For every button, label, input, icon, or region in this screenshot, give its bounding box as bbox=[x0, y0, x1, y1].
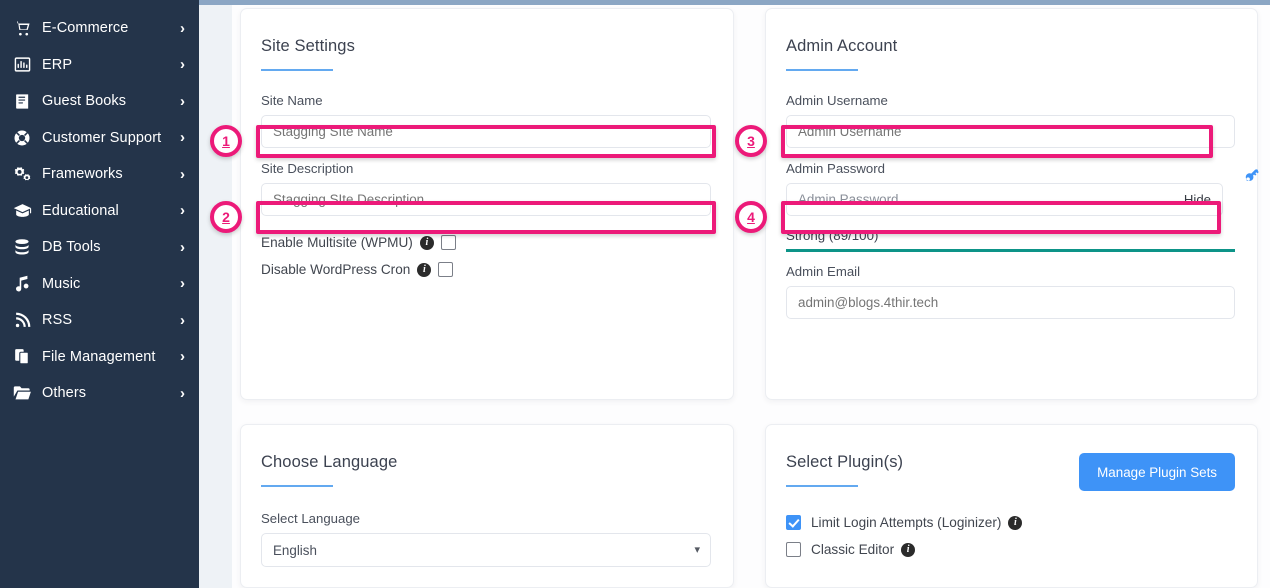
select-plugins-card: Select Plugin(s) Manage Plugin Sets Limi… bbox=[765, 424, 1258, 588]
password-toggle-button[interactable]: Hide bbox=[1184, 192, 1211, 207]
bar-chart-icon bbox=[10, 56, 34, 73]
enable-multisite-label: Enable Multisite (WPMU) bbox=[261, 235, 413, 250]
book-icon bbox=[10, 93, 34, 110]
chevron-right-icon: › bbox=[180, 349, 185, 364]
plugin-row-classic-editor[interactable]: Classic Editor i bbox=[786, 536, 1235, 563]
lifebuoy-icon bbox=[10, 129, 34, 147]
page-area: Site Settings Site Name Site Description… bbox=[199, 0, 1270, 588]
disable-cron-row[interactable]: Disable WordPress Cron i bbox=[261, 256, 711, 283]
manage-plugin-sets-button[interactable]: Manage Plugin Sets bbox=[1079, 453, 1235, 491]
chevron-right-icon: › bbox=[180, 94, 185, 109]
admin-username-label: Admin Username bbox=[786, 93, 1235, 108]
password-strength-bar bbox=[786, 249, 1235, 252]
title-underline bbox=[786, 485, 858, 487]
disable-cron-checkbox[interactable] bbox=[438, 262, 453, 277]
info-icon[interactable]: i bbox=[901, 543, 915, 557]
key-icon[interactable] bbox=[1243, 168, 1260, 190]
site-name-input[interactable] bbox=[261, 115, 711, 148]
enable-multisite-checkbox[interactable] bbox=[441, 235, 456, 250]
chevron-right-icon: › bbox=[180, 313, 185, 328]
sidebar-item-file-management[interactable]: File Management › bbox=[0, 339, 199, 376]
enable-multisite-row[interactable]: Enable Multisite (WPMU) i bbox=[261, 229, 711, 256]
password-strength-text: Strong (89/100) bbox=[786, 228, 1235, 243]
select-language-label: Select Language bbox=[261, 511, 711, 526]
files-icon bbox=[10, 348, 34, 365]
site-name-label: Site Name bbox=[261, 93, 711, 108]
title-underline bbox=[261, 69, 333, 71]
select-plugins-title: Select Plugin(s) bbox=[786, 453, 903, 472]
annotation-badge-4: 4 bbox=[735, 201, 767, 233]
settings-grid: Site Settings Site Name Site Description… bbox=[240, 8, 1258, 588]
sidebar-item-e-commerce[interactable]: E-Commerce › bbox=[0, 10, 199, 47]
admin-account-card: Admin Account Admin Username Admin Passw… bbox=[765, 8, 1258, 400]
annotation-badge-2: 2 bbox=[210, 201, 242, 233]
site-description-label: Site Description bbox=[261, 161, 711, 176]
sidebar-item-label: E-Commerce bbox=[42, 20, 180, 36]
chevron-right-icon: › bbox=[180, 130, 185, 145]
admin-username-input[interactable] bbox=[786, 115, 1235, 148]
admin-account-title: Admin Account bbox=[786, 37, 1235, 56]
title-underline bbox=[786, 69, 858, 71]
info-icon[interactable]: i bbox=[1008, 516, 1022, 530]
sidebar-item-customer-support[interactable]: Customer Support › bbox=[0, 120, 199, 157]
loginizer-checkbox[interactable] bbox=[786, 515, 801, 530]
choose-language-card: Choose Language Select Language English … bbox=[240, 424, 734, 588]
sidebar-item-label: Frameworks bbox=[42, 166, 180, 182]
site-description-input[interactable] bbox=[261, 183, 711, 216]
language-select[interactable]: English bbox=[261, 533, 711, 567]
title-underline bbox=[261, 485, 333, 487]
sidebar-item-erp[interactable]: ERP › bbox=[0, 47, 199, 84]
rss-icon bbox=[10, 312, 34, 329]
language-selected-value: English bbox=[273, 543, 317, 558]
sidebar: E-Commerce › ERP › Guest Books › Custome… bbox=[0, 0, 199, 588]
chevron-right-icon: › bbox=[180, 21, 185, 36]
sidebar-item-db-tools[interactable]: DB Tools › bbox=[0, 229, 199, 266]
sidebar-item-label: Educational bbox=[42, 203, 180, 219]
sidebar-item-label: File Management bbox=[42, 349, 180, 365]
info-icon[interactable]: i bbox=[417, 263, 431, 277]
chevron-right-icon: › bbox=[180, 203, 185, 218]
sidebar-item-label: Others bbox=[42, 385, 180, 401]
classic-editor-label: Classic Editor bbox=[811, 542, 894, 557]
sidebar-item-label: RSS bbox=[42, 312, 180, 328]
sidebar-item-educational[interactable]: Educational › bbox=[0, 193, 199, 230]
chevron-right-icon: › bbox=[180, 240, 185, 255]
chevron-right-icon: › bbox=[180, 167, 185, 182]
sidebar-item-music[interactable]: Music › bbox=[0, 266, 199, 303]
classic-editor-checkbox[interactable] bbox=[786, 542, 801, 557]
gears-icon bbox=[10, 165, 34, 183]
chevron-right-icon: › bbox=[180, 276, 185, 291]
folder-open-icon bbox=[10, 385, 34, 401]
sidebar-item-frameworks[interactable]: Frameworks › bbox=[0, 156, 199, 193]
sidebar-item-others[interactable]: Others › bbox=[0, 375, 199, 412]
sidebar-item-label: Customer Support bbox=[42, 130, 180, 146]
admin-password-field[interactable]: Admin Password Hide bbox=[786, 183, 1223, 216]
annotation-badge-1: 1 bbox=[210, 125, 242, 157]
app-window: E-Commerce › ERP › Guest Books › Custome… bbox=[0, 0, 1270, 588]
sidebar-item-label: Music bbox=[42, 276, 180, 292]
admin-password-label: Admin Password bbox=[786, 161, 1235, 176]
admin-password-placeholder: Admin Password bbox=[798, 192, 898, 207]
database-icon bbox=[10, 239, 34, 256]
annotation-badge-3: 3 bbox=[735, 125, 767, 157]
chevron-right-icon: › bbox=[180, 57, 185, 72]
choose-language-title: Choose Language bbox=[261, 453, 711, 472]
graduation-cap-icon bbox=[10, 202, 34, 219]
chevron-right-icon: › bbox=[180, 386, 185, 401]
sidebar-item-guest-books[interactable]: Guest Books › bbox=[0, 83, 199, 120]
site-settings-title: Site Settings bbox=[261, 37, 711, 56]
sidebar-item-label: ERP bbox=[42, 57, 180, 73]
admin-email-label: Admin Email bbox=[786, 264, 1235, 279]
disable-cron-label: Disable WordPress Cron bbox=[261, 262, 410, 277]
plugin-row-loginizer[interactable]: Limit Login Attempts (Loginizer) i bbox=[786, 509, 1235, 536]
sidebar-item-label: DB Tools bbox=[42, 239, 180, 255]
loginizer-label: Limit Login Attempts (Loginizer) bbox=[811, 515, 1001, 530]
site-settings-card: Site Settings Site Name Site Description… bbox=[240, 8, 734, 400]
admin-email-input[interactable] bbox=[786, 286, 1235, 319]
sidebar-item-rss[interactable]: RSS › bbox=[0, 302, 199, 339]
music-note-icon bbox=[10, 275, 34, 292]
info-icon[interactable]: i bbox=[420, 236, 434, 250]
sidebar-item-label: Guest Books bbox=[42, 93, 180, 109]
cart-icon bbox=[10, 20, 34, 37]
